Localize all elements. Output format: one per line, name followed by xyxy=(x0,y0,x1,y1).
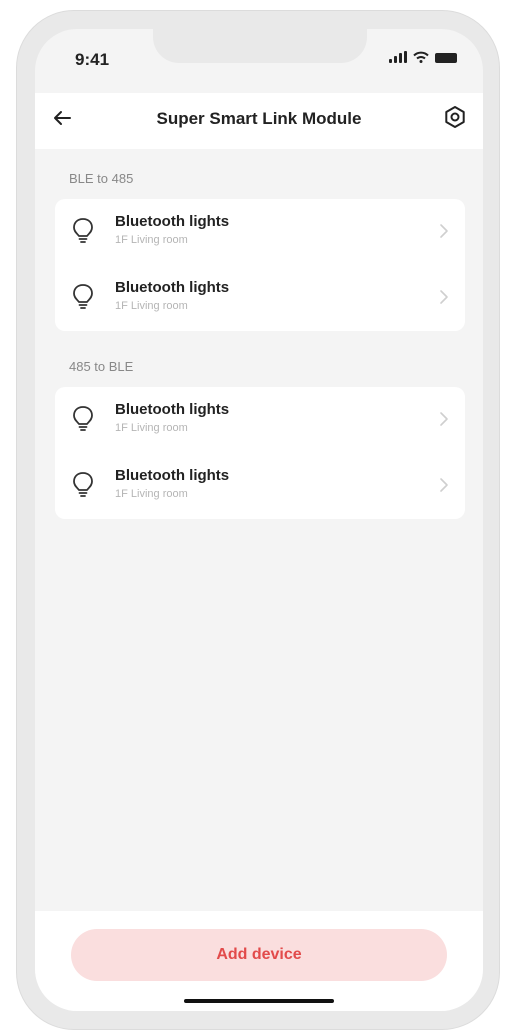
status-time: 9:41 xyxy=(75,50,110,69)
device-location: 1F Living room xyxy=(115,488,188,500)
device-notch xyxy=(153,29,367,63)
device-row[interactable]: Bluetooth lights 1F Living room xyxy=(55,453,465,519)
add-device-button[interactable]: Add device xyxy=(71,929,447,981)
bulb-icon xyxy=(73,406,93,431)
device-group-ble-to-485: Bluetooth lights 1F Living room Bluetoot… xyxy=(55,199,465,331)
phone-frame: 9:41 Super Smart Link Module BLE to 485 … xyxy=(16,10,500,1030)
status-icons xyxy=(389,51,457,63)
device-name: Bluetooth lights xyxy=(115,213,230,230)
chevron-right-icon xyxy=(440,290,448,304)
chevron-right-icon xyxy=(440,478,448,492)
chevron-right-icon xyxy=(440,412,448,426)
device-row[interactable]: Bluetooth lights 1F Living room xyxy=(55,199,465,265)
device-name: Bluetooth lights xyxy=(115,401,230,418)
signal-icon xyxy=(389,51,407,63)
section-label-ble-to-485: BLE to 485 xyxy=(69,171,134,186)
battery-icon xyxy=(435,53,457,63)
device-row[interactable]: Bluetooth lights 1F Living room xyxy=(55,265,465,331)
page-title: Super Smart Link Module xyxy=(156,109,362,128)
chevron-right-icon xyxy=(440,224,448,238)
bottom-bar: Add device xyxy=(35,911,483,1011)
wifi-icon xyxy=(413,51,429,63)
device-name: Bluetooth lights xyxy=(115,467,230,484)
back-arrow-icon[interactable] xyxy=(51,107,73,129)
bulb-icon xyxy=(73,284,93,309)
settings-icon[interactable] xyxy=(443,105,467,129)
device-row[interactable]: Bluetooth lights 1F Living room xyxy=(55,387,465,453)
home-indicator xyxy=(184,999,334,1003)
bulb-icon xyxy=(73,472,93,497)
device-location: 1F Living room xyxy=(115,234,188,246)
device-location: 1F Living room xyxy=(115,300,188,312)
bulb-icon xyxy=(73,218,93,243)
device-name: Bluetooth lights xyxy=(115,279,230,296)
device-location: 1F Living room xyxy=(115,422,188,434)
device-group-485-to-ble: Bluetooth lights 1F Living room Bluetoot… xyxy=(55,387,465,519)
section-label-485-to-ble: 485 to BLE xyxy=(69,359,134,374)
app-header: Super Smart Link Module xyxy=(35,93,483,149)
app-screen: 9:41 Super Smart Link Module BLE to 485 … xyxy=(35,29,483,1011)
